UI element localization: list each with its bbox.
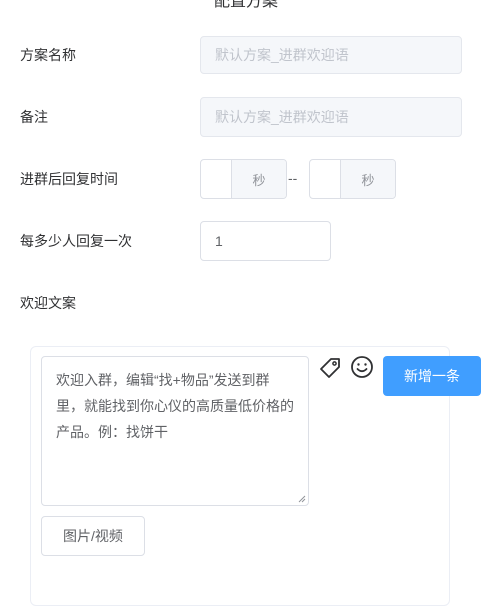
reply-time-min-input[interactable] (201, 160, 232, 198)
resize-handle-icon[interactable] (298, 495, 306, 503)
add-item-button[interactable]: 新增一条 (383, 356, 481, 396)
reply-time-max-input[interactable] (310, 160, 341, 198)
scheme-name-placeholder: 默认方案_进群欢迎语 (215, 47, 349, 63)
scheme-name-label: 方案名称 (20, 47, 76, 63)
reply-time-max-group: 秒 (309, 159, 396, 199)
scheme-name-field[interactable]: 默认方案_进群欢迎语 (200, 36, 462, 74)
reply-time-label: 进群后回复时间 (20, 171, 118, 187)
tag-icon[interactable] (318, 356, 342, 380)
smiley-icon[interactable] (350, 355, 374, 379)
page-title: 配置方案 (213, 0, 278, 10)
media-button[interactable]: 图片/视频 (41, 516, 145, 556)
reply-time-min-unit: 秒 (232, 160, 286, 198)
reply-every-value: 1 (215, 233, 223, 249)
remark-field[interactable]: 默认方案_进群欢迎语 (200, 97, 462, 137)
reply-time-min-group: 秒 (200, 159, 287, 199)
welcome-text: 欢迎入群，编辑“找+物品”发送到群里，就能找到你心仪的高质量低价格的产品。例：找… (56, 372, 294, 440)
reply-every-input[interactable]: 1 (200, 221, 331, 261)
reply-every-label: 每多少人回复一次 (20, 233, 132, 249)
reply-time-max-unit: 秒 (341, 160, 395, 198)
welcome-textarea[interactable]: 欢迎入群，编辑“找+物品”发送到群里，就能找到你心仪的高质量低价格的产品。例：找… (41, 356, 309, 506)
welcome-label: 欢迎文案 (20, 295, 76, 311)
remark-label: 备注 (20, 109, 48, 125)
reply-time-separator: -- (288, 170, 298, 186)
remark-placeholder: 默认方案_进群欢迎语 (215, 109, 349, 125)
